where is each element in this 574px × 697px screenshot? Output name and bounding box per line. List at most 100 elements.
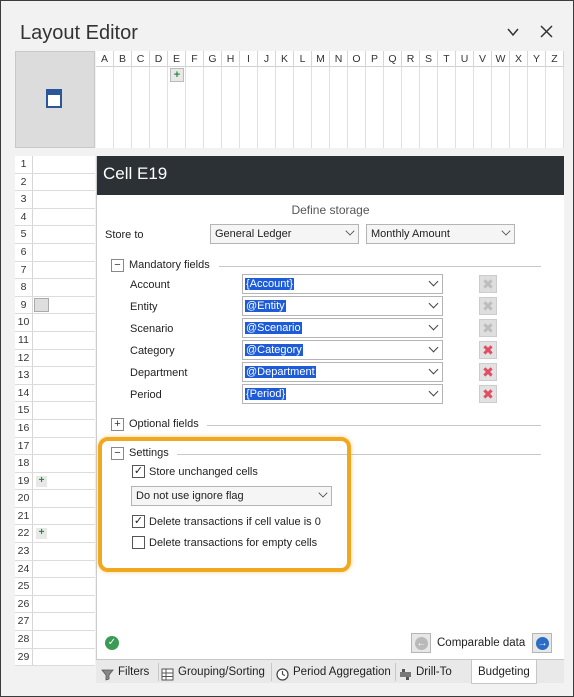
- row-cell-area[interactable]: [33, 367, 95, 384]
- column-header-cell[interactable]: N: [330, 51, 348, 67]
- row-cell-area[interactable]: [33, 332, 95, 349]
- remove-field-icon[interactable]: ✖: [479, 319, 497, 337]
- row-cell-area[interactable]: [33, 402, 95, 419]
- column-header-cell[interactable]: U: [456, 51, 474, 67]
- table-row[interactable]: 6: [15, 243, 95, 262]
- column-header-cell[interactable]: P: [366, 51, 384, 67]
- column-grid-cell[interactable]: [204, 67, 222, 148]
- table-row[interactable]: 4: [15, 208, 95, 227]
- table-row[interactable]: 11: [15, 331, 95, 350]
- column-grid-cell[interactable]: [438, 67, 456, 148]
- column-grid-cell[interactable]: [258, 67, 276, 148]
- table-row[interactable]: 28: [15, 631, 95, 649]
- table-row[interactable]: 2: [15, 173, 95, 192]
- column-header-cell[interactable]: T: [438, 51, 456, 67]
- table-row[interactable]: 13: [15, 367, 95, 385]
- column-header-cell[interactable]: C: [132, 51, 150, 67]
- row-cell-area[interactable]: [33, 543, 95, 560]
- column-grid-cell[interactable]: [402, 67, 420, 148]
- field-dropdown[interactable]: {Period}: [242, 384, 443, 404]
- remove-field-icon[interactable]: ✖: [479, 385, 497, 403]
- table-row[interactable]: 10: [15, 314, 95, 332]
- remove-field-icon[interactable]: ✖: [479, 363, 497, 381]
- store-to-dropdown[interactable]: General Ledger: [210, 224, 359, 244]
- table-row[interactable]: 20: [15, 490, 95, 508]
- table-row[interactable]: 22 +: [15, 525, 95, 544]
- column-header-cell[interactable]: D: [150, 51, 168, 67]
- column-header-cell[interactable]: E: [168, 51, 186, 67]
- table-row[interactable]: 3: [15, 191, 95, 209]
- column-grid-cell[interactable]: [240, 67, 258, 148]
- row-cell-area[interactable]: [33, 631, 95, 648]
- row-cell-area[interactable]: [33, 279, 95, 296]
- column-grid-cell[interactable]: [528, 67, 546, 148]
- column-grid-cell[interactable]: [186, 67, 204, 148]
- column-grid-cell[interactable]: [366, 67, 384, 148]
- table-row[interactable]: 12: [15, 349, 95, 368]
- table-row[interactable]: 29: [15, 648, 95, 667]
- column-grid-cell[interactable]: [222, 67, 240, 148]
- row-cell-area[interactable]: [33, 314, 95, 331]
- next-button[interactable]: →: [532, 633, 552, 653]
- column-grid-cell[interactable]: [330, 67, 348, 148]
- row-cell-area[interactable]: [33, 156, 95, 173]
- column-header-cell[interactable]: F: [186, 51, 204, 67]
- column-grid-cell[interactable]: [456, 67, 474, 148]
- tab-period-aggregation[interactable]: Period Aggregation: [276, 660, 391, 684]
- field-dropdown[interactable]: @Department: [242, 362, 443, 382]
- row-cell-area[interactable]: [33, 578, 95, 595]
- column-header-cell[interactable]: O: [348, 51, 366, 67]
- table-row[interactable]: 18: [15, 455, 95, 473]
- column-grid-cell[interactable]: [150, 67, 168, 148]
- field-dropdown[interactable]: @Category: [242, 340, 443, 360]
- table-row[interactable]: 9: [15, 296, 95, 315]
- amount-dropdown[interactable]: Monthly Amount: [366, 224, 515, 244]
- column-header-cell[interactable]: A: [96, 51, 114, 67]
- table-row[interactable]: 23: [15, 543, 95, 561]
- column-header-cell[interactable]: Z: [546, 51, 564, 67]
- column-header-cell[interactable]: L: [294, 51, 312, 67]
- field-dropdown[interactable]: {Account}: [242, 274, 443, 294]
- tab-filters[interactable]: Filters: [101, 660, 149, 684]
- previous-button[interactable]: ←: [411, 633, 431, 653]
- add-row-icon[interactable]: +: [36, 475, 47, 487]
- column-grid-cell[interactable]: [96, 67, 114, 148]
- row-cell-area[interactable]: [33, 508, 95, 525]
- table-row[interactable]: 26: [15, 595, 95, 614]
- table-row[interactable]: 16: [15, 419, 95, 438]
- column-header-cell[interactable]: K: [276, 51, 294, 67]
- tab-grouping-sorting[interactable]: Grouping/Sorting: [161, 660, 265, 684]
- row-cell-area[interactable]: [33, 385, 95, 402]
- field-dropdown[interactable]: @Entity: [242, 296, 443, 316]
- row-cell-area[interactable]: [33, 420, 95, 437]
- row-cell-area[interactable]: [33, 262, 95, 279]
- column-grid-cell[interactable]: [294, 67, 312, 148]
- row-cell-area[interactable]: [33, 174, 95, 191]
- row-cell-area[interactable]: [33, 226, 95, 243]
- field-dropdown[interactable]: @Scenario: [242, 318, 443, 338]
- row-cell-area[interactable]: [33, 244, 95, 261]
- column-header-cell[interactable]: R: [402, 51, 420, 67]
- table-row[interactable]: 21: [15, 507, 95, 526]
- column-header-cell[interactable]: S: [420, 51, 438, 67]
- row-cell-area[interactable]: +: [33, 525, 95, 542]
- column-grid-cell[interactable]: [348, 67, 366, 148]
- row-marker[interactable]: [34, 297, 49, 312]
- tab-drill-to[interactable]: Drill-To: [399, 660, 452, 684]
- column-header-cell[interactable]: I: [240, 51, 258, 67]
- row-cell-area[interactable]: [33, 649, 95, 666]
- column-grid-cell[interactable]: [492, 67, 510, 148]
- column-header-cell[interactable]: Q: [384, 51, 402, 67]
- row-cell-area[interactable]: [33, 191, 95, 208]
- row-cell-area[interactable]: [33, 613, 95, 630]
- table-row[interactable]: 24: [15, 560, 95, 579]
- table-row[interactable]: 7: [15, 261, 95, 280]
- column-header-cell[interactable]: M: [312, 51, 330, 67]
- row-cell-area[interactable]: +: [33, 473, 95, 490]
- column-grid-cell[interactable]: [114, 67, 132, 148]
- column-grid-cell[interactable]: [420, 67, 438, 148]
- table-row[interactable]: 17: [15, 437, 95, 456]
- row-cell-area[interactable]: [33, 350, 95, 367]
- column-grid-cell[interactable]: [510, 67, 528, 148]
- close-icon[interactable]: [538, 25, 554, 41]
